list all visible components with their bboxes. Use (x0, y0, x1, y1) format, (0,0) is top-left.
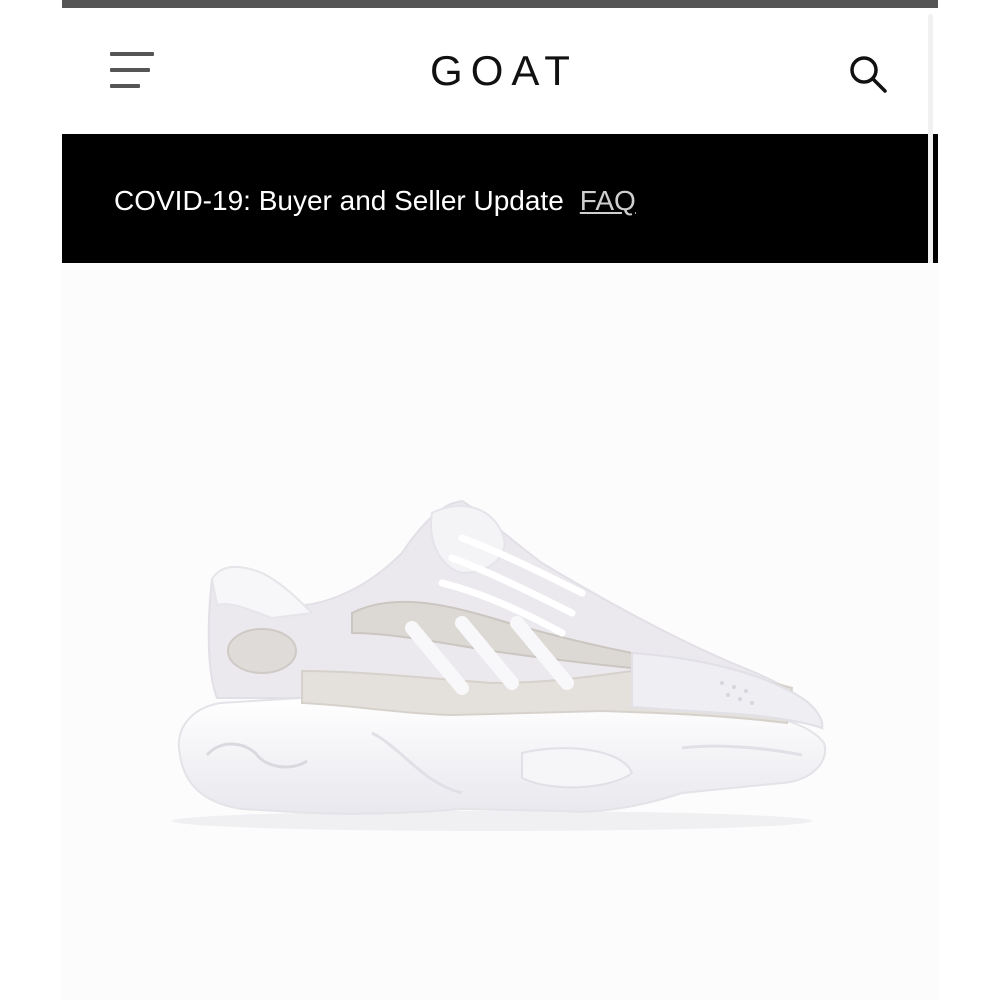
search-button[interactable] (846, 52, 890, 96)
top-strip (62, 0, 938, 8)
search-icon (850, 56, 887, 93)
product-image-area (62, 263, 938, 1000)
header: GOAT (62, 8, 938, 134)
sneaker-image[interactable] (162, 493, 832, 833)
banner-message: COVID-19: Buyer and Seller Update (114, 185, 564, 216)
brand-logo[interactable]: GOAT (62, 46, 938, 96)
faq-link[interactable]: FAQ (580, 185, 636, 216)
app-screen: GOAT COVID-19: Buyer and Seller Update FA… (62, 0, 938, 1000)
covid-update-banner: COVID-19: Buyer and Seller Update FAQ (62, 134, 938, 263)
